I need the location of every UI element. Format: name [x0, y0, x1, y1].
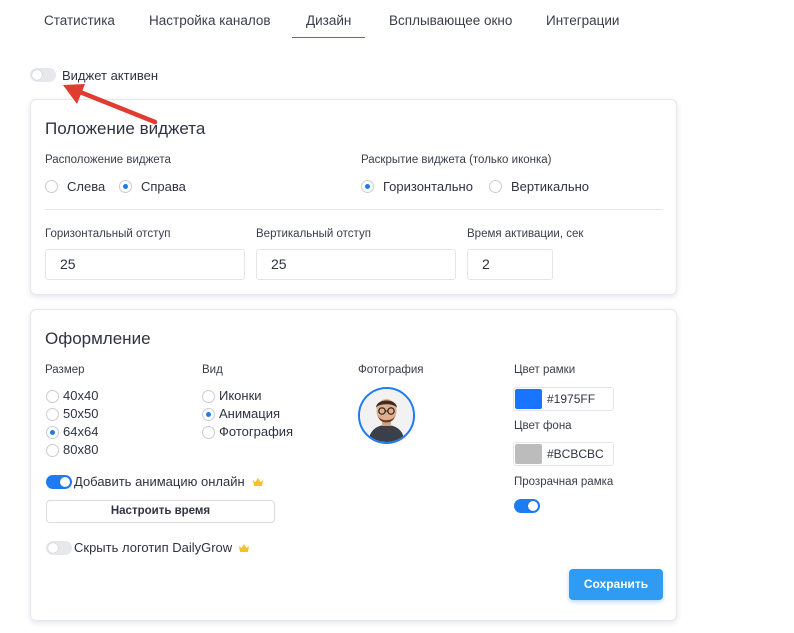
- hide-logo-toggle[interactable]: [46, 541, 72, 555]
- size-40-label: 40x40: [63, 388, 99, 403]
- view-icons-label: Иконки: [219, 388, 262, 403]
- hide-logo-label: Скрыть логотип DailyGrow: [74, 540, 233, 555]
- widget-position-card: Положение виджета Расположение виджета С…: [30, 99, 677, 295]
- radio-view-animation[interactable]: [202, 408, 215, 421]
- configure-time-button[interactable]: Настроить время: [46, 500, 275, 523]
- design-card: Оформление Размер 40x40 50x50 64x64 80x8…: [30, 309, 677, 621]
- radio-left[interactable]: [45, 180, 58, 193]
- bg-color-field[interactable]: #BCBCBC: [513, 442, 614, 466]
- toggle-knob: [32, 70, 42, 80]
- activation-time-input[interactable]: 2: [467, 249, 553, 280]
- radio-right-label: Справа: [141, 179, 186, 194]
- radio-view-photo[interactable]: [202, 426, 215, 439]
- tab-bar: Статистика Настройка каналов Дизайн Вспл…: [0, 0, 794, 40]
- tab-channel-settings[interactable]: Настройка каналов: [149, 13, 271, 28]
- radio-vertical[interactable]: [489, 180, 502, 193]
- view-animation-label: Анимация: [219, 406, 281, 421]
- size-50-label: 50x50: [63, 406, 99, 421]
- card-title: Оформление: [45, 329, 151, 348]
- tab-design[interactable]: Дизайн: [291, 13, 366, 38]
- radio-horizontal[interactable]: [361, 180, 374, 193]
- radio-size-40[interactable]: [46, 390, 59, 403]
- radio-left-label: Слева: [67, 179, 106, 194]
- radio-horizontal-label: Горизонтально: [383, 179, 473, 194]
- expand-label: Раскрытие виджета (только иконка): [361, 154, 552, 166]
- divider: [45, 209, 663, 210]
- crown-icon: [239, 544, 249, 552]
- tab-integrations[interactable]: Интеграции: [546, 13, 619, 28]
- size-80-label: 80x80: [63, 442, 99, 457]
- toggle-knob: [48, 543, 58, 553]
- save-button[interactable]: Сохранить: [569, 569, 663, 600]
- transparent-frame-toggle[interactable]: [514, 499, 540, 513]
- crown-icon: [253, 478, 263, 486]
- location-label: Расположение виджета: [45, 154, 171, 166]
- annotation-arrow-icon: [63, 84, 158, 125]
- view-photo-label: Фотография: [219, 424, 294, 439]
- frame-color-value: #1975FF: [547, 392, 596, 406]
- radio-size-64[interactable]: [46, 426, 59, 439]
- radio-view-icons[interactable]: [202, 390, 215, 403]
- online-animation-label: Добавить анимацию онлайн: [74, 474, 245, 489]
- activation-time-label: Время активации, сек: [467, 228, 584, 240]
- online-animation-toggle[interactable]: [46, 475, 72, 489]
- bg-color-label: Цвет фона: [514, 420, 572, 432]
- radio-size-50[interactable]: [46, 408, 59, 421]
- view-label: Вид: [202, 364, 223, 376]
- tab-popup[interactable]: Всплывающее окно: [389, 13, 512, 28]
- frame-color-label: Цвет рамки: [514, 364, 576, 376]
- toggle-knob: [60, 477, 70, 487]
- widget-active-toggle[interactable]: [30, 68, 56, 82]
- photo-label: Фотография: [358, 364, 424, 376]
- toggle-knob: [528, 501, 538, 511]
- radio-vertical-label: Вертикально: [511, 179, 590, 194]
- frame-color-field[interactable]: #1975FF: [513, 387, 614, 411]
- transparent-frame-label: Прозрачная рамка: [514, 476, 614, 488]
- tab-statistics[interactable]: Статистика: [44, 13, 115, 28]
- radio-size-80[interactable]: [46, 444, 59, 457]
- frame-color-swatch: [515, 389, 542, 409]
- v-offset-input[interactable]: 25: [256, 249, 456, 280]
- bg-color-swatch: [515, 444, 542, 464]
- h-offset-input[interactable]: 25: [45, 249, 245, 280]
- bg-color-value: #BCBCBC: [547, 447, 604, 461]
- size-label: Размер: [45, 364, 85, 376]
- avatar-photo: [360, 389, 413, 442]
- v-offset-label: Вертикальный отступ: [256, 228, 371, 240]
- h-offset-label: Горизонтальный отступ: [45, 228, 171, 240]
- radio-right[interactable]: [119, 180, 132, 193]
- avatar[interactable]: [358, 387, 415, 444]
- size-64-label: 64x64: [63, 424, 99, 439]
